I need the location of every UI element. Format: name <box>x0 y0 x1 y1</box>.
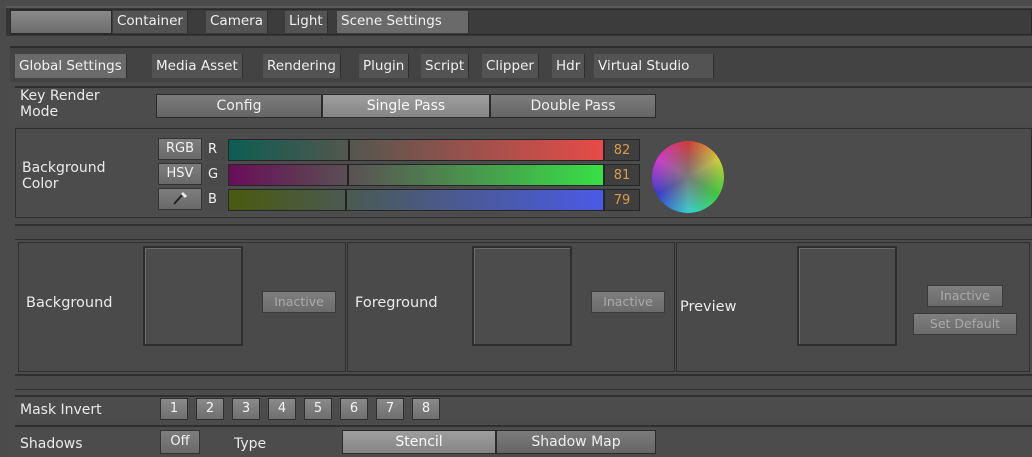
foreground-slot-label: Foreground <box>355 295 438 311</box>
channel-r-slider[interactable] <box>228 139 604 161</box>
preview-inactive-button[interactable]: Inactive <box>927 285 1003 307</box>
mask-invert-button-2[interactable]: 2 <box>196 398 224 420</box>
tab-scene-settings[interactable]: Scene Settings <box>337 11 469 33</box>
tab-plugin[interactable]: Plugin <box>359 54 410 78</box>
double-pass-button[interactable]: Double Pass <box>490 94 656 118</box>
channel-r-value[interactable]: 82 <box>604 139 640 161</box>
shadow-type-label: Type <box>234 436 267 452</box>
background-color-label-line2: Color <box>22 176 59 192</box>
tab-rendering[interactable]: Rendering <box>263 54 341 78</box>
set-default-button[interactable]: Set Default <box>913 313 1017 335</box>
background-slot-panel: Background Inactive <box>18 242 346 372</box>
channel-g-slider[interactable] <box>228 164 604 186</box>
background-inactive-button[interactable]: Inactive <box>262 291 336 313</box>
tab-container[interactable]: Container <box>113 11 188 33</box>
key-render-label: Key Render Mode <box>20 88 100 120</box>
tab-virtual-studio[interactable]: Virtual Studio <box>594 54 714 78</box>
eyedropper-button[interactable] <box>158 188 202 210</box>
shadows-toggle-button[interactable]: Off <box>160 430 200 454</box>
mask-invert-button-1[interactable]: 1 <box>160 398 188 420</box>
mask-invert-button-3[interactable]: 3 <box>232 398 260 420</box>
top-tab-spacer <box>10 10 112 34</box>
channel-b-value[interactable]: 79 <box>604 189 640 211</box>
tab-script[interactable]: Script <box>421 54 470 78</box>
config-button[interactable]: Config <box>156 94 322 118</box>
foreground-inactive-button[interactable]: Inactive <box>591 291 665 313</box>
single-pass-button[interactable]: Single Pass <box>322 94 490 118</box>
channel-b-slider[interactable] <box>228 189 604 211</box>
shadow-map-button[interactable]: Shadow Map <box>496 430 656 454</box>
background-thumbnail[interactable] <box>143 246 243 346</box>
channel-g-marker[interactable] <box>347 164 349 186</box>
mask-invert-button-7[interactable]: 7 <box>376 398 404 420</box>
tab-light[interactable]: Light <box>285 11 328 33</box>
tab-global-settings[interactable]: Global Settings <box>15 54 127 78</box>
mask-invert-button-6[interactable]: 6 <box>340 398 368 420</box>
channel-g-value[interactable]: 81 <box>604 164 640 186</box>
stencil-button[interactable]: Stencil <box>342 430 496 454</box>
tab-clipper[interactable]: Clipper <box>482 54 539 78</box>
mask-invert-button-8[interactable]: 8 <box>412 398 440 420</box>
channel-g-label: G <box>205 164 227 186</box>
tab-media-asset[interactable]: Media Asset <box>152 54 243 78</box>
background-color-label: Background Color <box>22 160 106 192</box>
hsv-mode-button[interactable]: HSV <box>158 163 202 185</box>
section-divider-2 <box>15 374 1032 390</box>
section-divider <box>15 224 1032 240</box>
color-wheel-icon[interactable] <box>652 141 724 213</box>
preview-thumbnail[interactable] <box>797 246 897 346</box>
key-render-label-line2: Mode <box>20 104 59 120</box>
channel-r-marker[interactable] <box>348 139 350 161</box>
channel-b-label: B <box>205 189 227 211</box>
preview-slot-panel: Preview Inactive Set Default <box>676 242 1030 372</box>
mask-invert-button-4[interactable]: 4 <box>268 398 296 420</box>
rgb-mode-button[interactable]: RGB <box>158 138 202 160</box>
background-slot-label: Background <box>26 295 113 311</box>
mask-invert-label: Mask Invert <box>20 402 102 418</box>
foreground-thumbnail[interactable] <box>472 246 572 346</box>
key-render-label-line1: Key Render <box>20 88 100 104</box>
shadows-label: Shadows <box>20 436 83 452</box>
foreground-slot-panel: Foreground Inactive <box>347 242 675 372</box>
channel-r-label: R <box>205 139 227 161</box>
eyedropper-icon <box>173 191 188 205</box>
background-color-label-line1: Background <box>22 160 106 176</box>
tab-camera[interactable]: Camera <box>206 11 268 33</box>
mask-invert-button-5[interactable]: 5 <box>304 398 332 420</box>
channel-b-marker[interactable] <box>345 189 347 211</box>
tab-hdr[interactable]: Hdr <box>552 54 586 78</box>
preview-slot-label: Preview <box>680 299 737 315</box>
